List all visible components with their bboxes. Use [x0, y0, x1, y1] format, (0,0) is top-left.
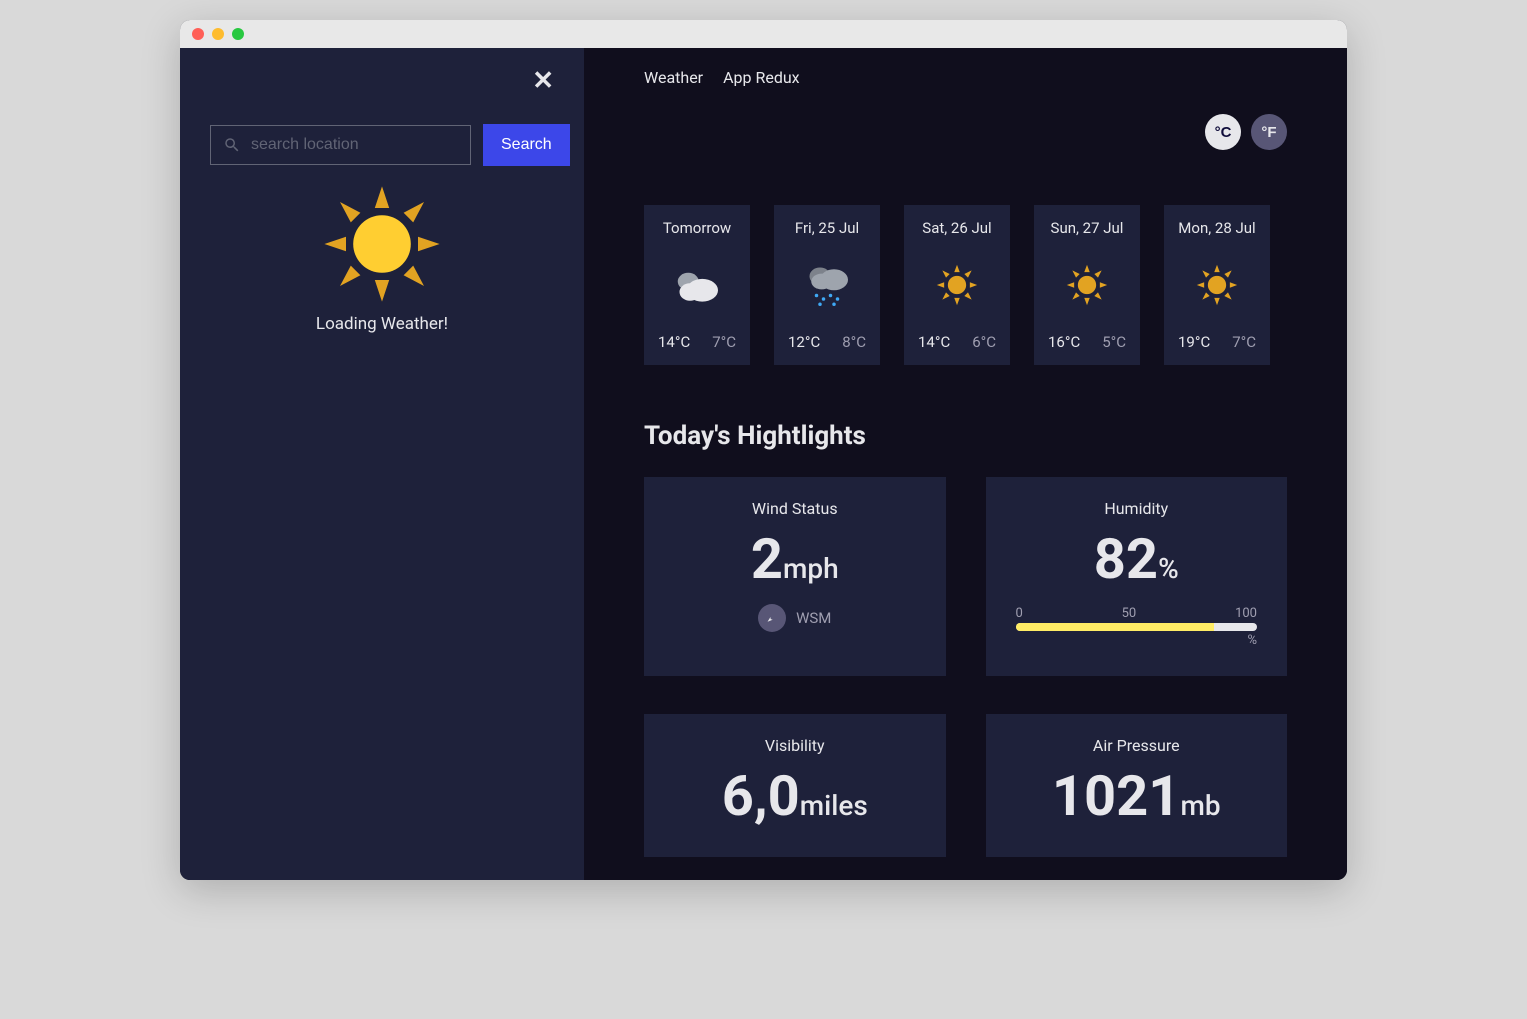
forecast-card: Fri, 25 Jul 12°C 8°C — [774, 205, 880, 365]
visibility-unit: miles — [800, 789, 868, 822]
window-close-dot[interactable] — [192, 28, 204, 40]
temp-high: 12°C — [788, 333, 820, 351]
compass-icon — [758, 604, 786, 632]
nav-item-weather[interactable]: Weather — [644, 68, 703, 87]
humidity-unit: % — [1158, 552, 1179, 585]
search-row: Search — [210, 124, 554, 166]
humidity-card: Humidity 82% 0 50 100 % — [986, 477, 1288, 676]
unit-celsius-button[interactable]: °C — [1205, 114, 1241, 150]
loading-text: Loading Weather! — [210, 314, 554, 334]
main-content: Weather App Redux °C °F Tomorrow 14°C 7°… — [584, 48, 1347, 880]
temp-low: 8°C — [842, 333, 866, 351]
window-minimize-dot[interactable] — [212, 28, 224, 40]
temp-high: 16°C — [1048, 333, 1080, 351]
temp-high: 14°C — [658, 333, 690, 351]
sun-small-icon — [929, 260, 985, 310]
sun-icon — [322, 184, 442, 304]
forecast-temps: 16°C 5°C — [1044, 333, 1130, 351]
forecast-day: Sun, 27 Jul — [1051, 219, 1124, 237]
nav-item-appredux[interactable]: App Redux — [723, 68, 800, 87]
forecast-temps: 14°C 6°C — [914, 333, 1000, 351]
top-nav: Weather App Redux — [644, 68, 1287, 87]
unit-fahrenheit-button[interactable]: °F — [1251, 114, 1287, 150]
forecast-day: Mon, 28 Jul — [1178, 219, 1255, 237]
search-icon — [223, 136, 241, 154]
humidity-pct-symbol: % — [1016, 633, 1258, 648]
forecast-day: Fri, 25 Jul — [795, 219, 859, 237]
search-button[interactable]: Search — [483, 124, 570, 166]
temp-low: 5°C — [1102, 333, 1126, 351]
humidity-bar-fill — [1016, 623, 1214, 631]
app-window: ✕ Search Loading Weather! Weather App Re… — [180, 20, 1347, 880]
rain-icon — [799, 260, 855, 310]
scale-0: 0 — [1016, 606, 1023, 621]
pressure-value: 1021mb — [1016, 763, 1258, 829]
window-titlebar — [180, 20, 1347, 48]
temp-low: 7°C — [1232, 333, 1256, 351]
humidity-scale: 0 50 100 — [1016, 606, 1258, 621]
pressure-card: Air Pressure 1021mb — [986, 714, 1288, 857]
scale-100: 100 — [1235, 606, 1257, 621]
forecast-card: Sat, 26 Jul 14°C 6°C — [904, 205, 1010, 365]
pressure-label: Air Pressure — [1016, 736, 1258, 755]
app-body: ✕ Search Loading Weather! Weather App Re… — [180, 48, 1347, 880]
close-icon[interactable]: ✕ — [532, 66, 554, 96]
sun-small-icon — [1059, 260, 1115, 310]
search-input-wrap — [210, 125, 471, 165]
wind-dir-label: WSM — [796, 609, 831, 627]
temp-high: 19°C — [1178, 333, 1210, 351]
visibility-label: Visibility — [674, 736, 916, 755]
forecast-card: Mon, 28 Jul 19°C 7°C — [1164, 205, 1270, 365]
visibility-card: Visibility 6,0miles — [644, 714, 946, 857]
wind-card: Wind Status 2mph WSM — [644, 477, 946, 676]
wind-label: Wind Status — [674, 499, 916, 518]
sun-small-icon — [1189, 260, 1245, 310]
wind-value: 2mph — [674, 526, 916, 592]
highlights-title: Today's Hightlights — [644, 421, 1287, 451]
highlights-grid: Wind Status 2mph WSM Humidity 82% 0 50 — [644, 477, 1287, 857]
forecast-day: Tomorrow — [663, 219, 731, 237]
forecast-temps: 12°C 8°C — [784, 333, 870, 351]
forecast-temps: 19°C 7°C — [1174, 333, 1260, 351]
temp-low: 7°C — [712, 333, 736, 351]
humidity-value: 82% — [1016, 526, 1258, 592]
scale-50: 50 — [1122, 606, 1137, 621]
pressure-unit: mb — [1180, 789, 1220, 822]
forecast-row: Tomorrow 14°C 7°C Fri, 25 Jul — [644, 205, 1287, 365]
forecast-card: Tomorrow 14°C 7°C — [644, 205, 750, 365]
cloud-icon — [669, 260, 725, 310]
search-input[interactable] — [251, 136, 458, 154]
visibility-value: 6,0miles — [674, 763, 916, 829]
window-maximize-dot[interactable] — [232, 28, 244, 40]
loading-area: Loading Weather! — [210, 184, 554, 334]
humidity-bar — [1016, 623, 1258, 631]
wind-direction: WSM — [674, 604, 916, 632]
sidebar: ✕ Search Loading Weather! — [180, 48, 584, 880]
temp-high: 14°C — [918, 333, 950, 351]
forecast-temps: 14°C 7°C — [654, 333, 740, 351]
wind-unit: mph — [783, 552, 839, 585]
forecast-card: Sun, 27 Jul 16°C 5°C — [1034, 205, 1140, 365]
humidity-label: Humidity — [1016, 499, 1258, 518]
forecast-day: Sat, 26 Jul — [922, 219, 991, 237]
unit-toggle: °C °F — [1205, 114, 1287, 150]
temp-low: 6°C — [972, 333, 996, 351]
